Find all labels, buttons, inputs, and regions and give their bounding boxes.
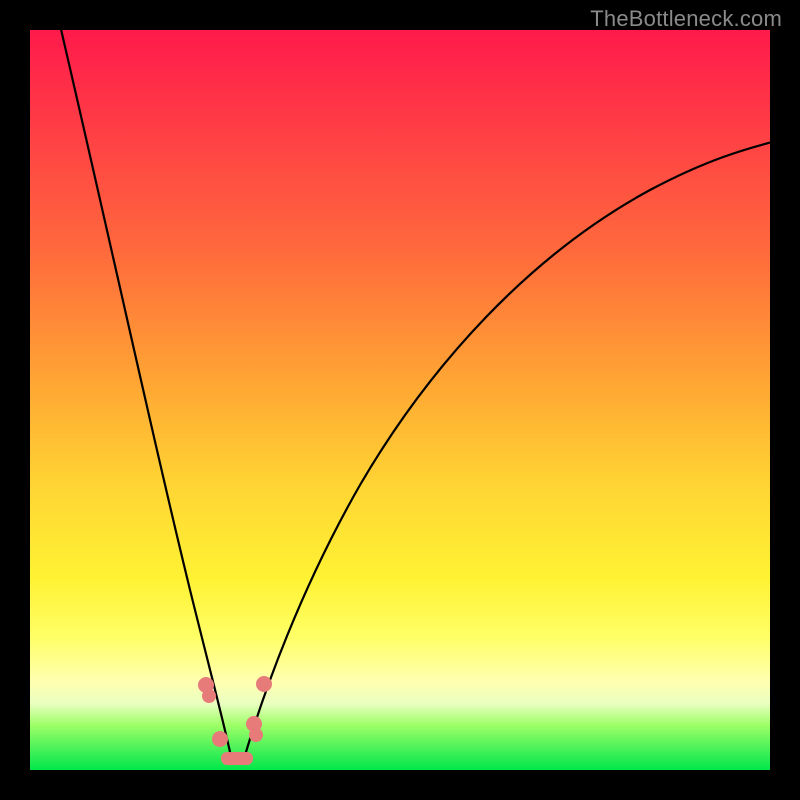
marker-right-mid-2: [249, 728, 263, 742]
marker-valley-cap: [221, 752, 253, 765]
curves-svg: [30, 30, 770, 770]
marker-left-lower: [212, 731, 228, 747]
chart-frame: TheBottleneck.com: [0, 0, 800, 800]
curve-left-branch: [60, 25, 230, 752]
marker-right-upper: [256, 676, 272, 692]
plot-area: [30, 30, 770, 770]
watermark-text: TheBottleneck.com: [590, 6, 782, 32]
curve-right-branch: [246, 142, 772, 752]
marker-left-upper-2: [202, 689, 216, 703]
